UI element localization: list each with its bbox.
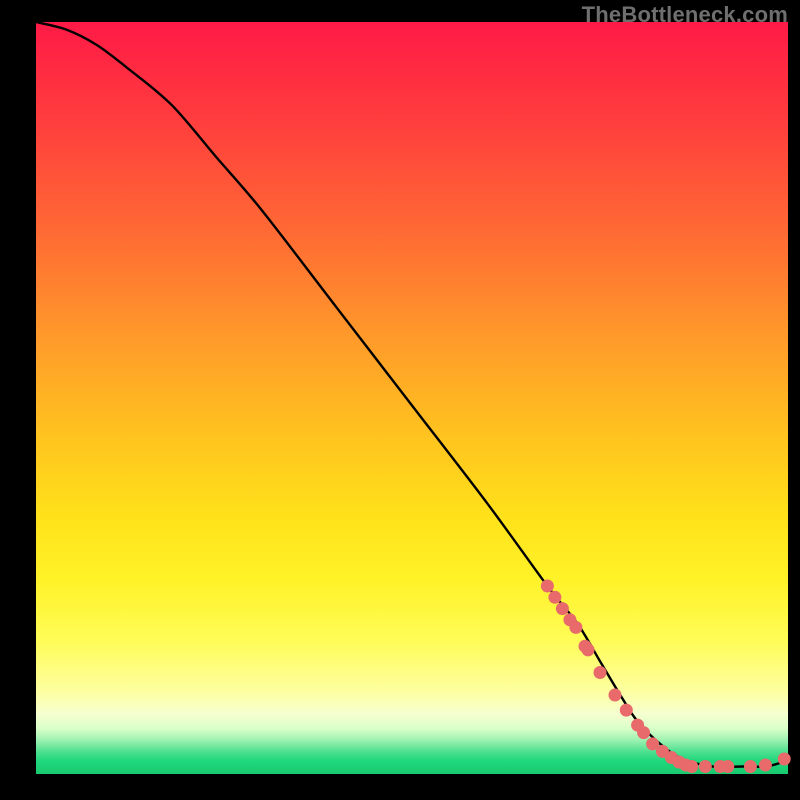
sample-dot: [609, 689, 622, 702]
sample-dot: [759, 759, 772, 772]
chart-stage: TheBottleneck.com: [0, 0, 800, 800]
sample-dot: [556, 602, 569, 615]
bottleneck-curve: [36, 22, 788, 767]
sample-dot: [541, 580, 554, 593]
sample-dot: [594, 666, 607, 679]
sample-dots-group: [541, 580, 791, 774]
watermark-text: TheBottleneck.com: [582, 2, 788, 28]
sample-dot: [637, 726, 650, 739]
sample-dot: [582, 643, 595, 656]
sample-dot: [778, 753, 791, 766]
sample-dot: [721, 760, 734, 773]
sample-dot: [569, 621, 582, 634]
sample-dot: [699, 760, 712, 773]
sample-dot: [548, 591, 561, 604]
sample-dot: [685, 760, 698, 773]
plot-area: [36, 22, 788, 774]
sample-dot: [744, 760, 757, 773]
curve-layer: [36, 22, 788, 774]
sample-dot: [620, 704, 633, 717]
